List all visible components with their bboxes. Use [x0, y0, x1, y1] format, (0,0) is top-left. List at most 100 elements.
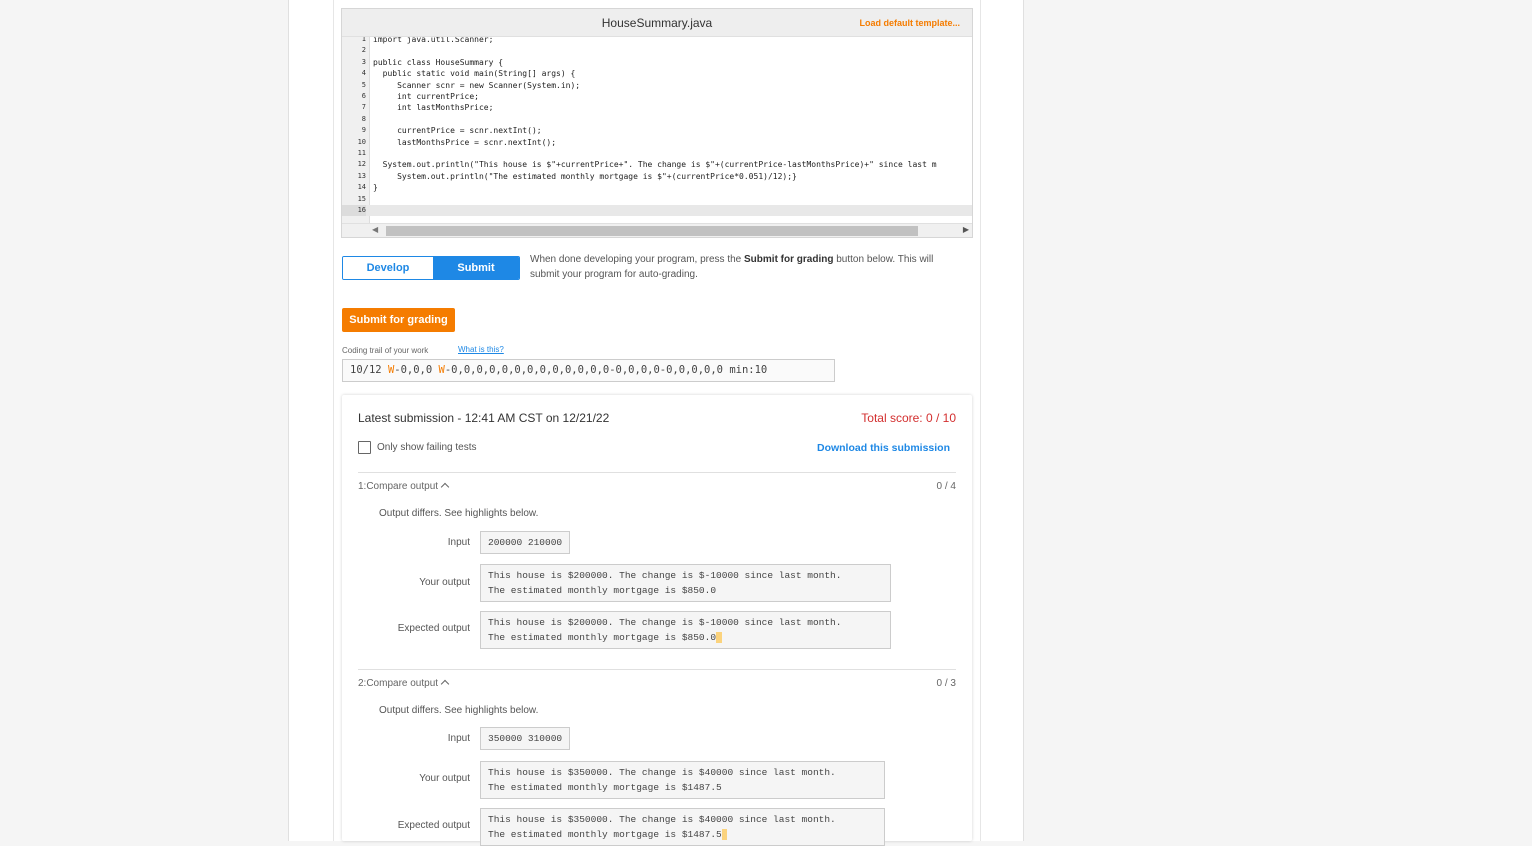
code-text[interactable]: currentPrice = scnr.nextInt(); — [373, 125, 542, 136]
horizontal-scrollbar[interactable]: ◀ ▶ — [342, 223, 972, 237]
output-line: The estimated monthly mortgage is $1487.… — [488, 829, 722, 840]
code-line[interactable]: 10 lastMonthsPrice = scnr.nextInt(); — [342, 137, 972, 148]
your-output-label: Your output — [419, 577, 470, 588]
total-score: Total score: 0 / 10 — [861, 411, 956, 425]
your-output-label: Your output — [419, 773, 470, 784]
download-submission-link[interactable]: Download this submission — [817, 442, 950, 454]
test-title-label: 2:Compare output — [358, 678, 439, 689]
output-differs-message: Output differs. See highlights below. — [379, 508, 539, 519]
line-number: 7 — [361, 103, 366, 112]
test-title[interactable]: 1:Compare output — [358, 481, 450, 492]
submit-for-grading-button[interactable]: Submit for grading — [342, 308, 455, 332]
output-line: This house is $200000. The change is $-1… — [488, 617, 842, 628]
code-line[interactable]: 15 — [342, 194, 972, 205]
your-output-box: This house is $350000. The change is $40… — [480, 761, 885, 799]
code-text[interactable]: Scanner scnr = new Scanner(System.in); — [373, 80, 580, 91]
code-text[interactable]: public static void main(String[] args) { — [373, 68, 576, 79]
line-number: 2 — [361, 46, 366, 55]
scrollbar-thumb[interactable] — [386, 226, 918, 236]
line-number: 9 — [361, 126, 366, 135]
editor-header: HouseSummary.java Load default template.… — [342, 9, 972, 37]
code-text[interactable]: int lastMonthsPrice; — [373, 102, 493, 113]
line-number: 12 — [357, 160, 366, 169]
code-text[interactable]: lastMonthsPrice = scnr.nextInt(); — [373, 137, 556, 148]
latest-submission-label: Latest submission - 12:41 AM CST on 12/2… — [358, 411, 610, 425]
line-number: 16 — [342, 205, 366, 217]
output-line: The estimated monthly mortgage is $850.0 — [488, 585, 717, 596]
input-box: 350000 310000 — [480, 727, 571, 750]
line-number: 14 — [357, 183, 366, 192]
code-line[interactable]: 9 currentPrice = scnr.nextInt(); — [342, 125, 972, 136]
code-text[interactable]: System.out.println("This house is $"+cur… — [373, 159, 937, 170]
newline-highlight — [716, 632, 722, 643]
output-line: The estimated monthly mortgage is $1487.… — [488, 782, 722, 793]
code-text[interactable]: public class HouseSummary { — [373, 57, 503, 68]
line-number: 15 — [357, 194, 366, 203]
output-line: This house is $350000. The change is $40… — [488, 814, 836, 825]
code-line[interactable]: 14} — [342, 182, 972, 193]
code-text[interactable]: System.out.println("The estimated monthl… — [373, 171, 797, 182]
code-line[interactable]: 11 — [342, 148, 972, 159]
input-box: 200000 210000 — [480, 531, 571, 554]
line-number: 13 — [357, 171, 366, 180]
output-line: The estimated monthly mortgage is $850.0 — [488, 632, 717, 643]
test-title[interactable]: 2:Compare output — [358, 678, 450, 689]
mode-desc-bold: Submit for grading — [744, 254, 834, 265]
code-line[interactable]: 4 public static void main(String[] args)… — [342, 68, 972, 79]
code-line[interactable]: 1 import java.util.Scanner; — [342, 37, 972, 45]
coding-trail-box: 10/12 W-0,0,0 W-0,0,0,0,0,0,0,0,0,0,0,0,… — [342, 359, 835, 382]
submission-results-card: Latest submission - 12:41 AM CST on 12/2… — [342, 395, 972, 846]
code-line[interactable]: 2 — [342, 45, 972, 56]
test-title-label: 1:Compare output — [358, 481, 439, 492]
test-case: 1:Compare output 0 / 4 Output differs. S… — [358, 472, 956, 668]
line-number: 8 — [361, 114, 366, 123]
line-number: 1 — [361, 37, 366, 43]
line-number: 3 — [361, 57, 366, 66]
code-line[interactable]: 7 int lastMonthsPrice; — [342, 102, 972, 113]
code-line[interactable]: 5 Scanner scnr = new Scanner(System.in); — [342, 80, 972, 91]
mode-desc-text-1: When done developing your program, press… — [530, 254, 745, 265]
code-line[interactable]: 8 — [342, 114, 972, 125]
scroll-left-icon[interactable]: ◀ — [372, 225, 378, 234]
line-number: 10 — [357, 137, 366, 146]
line-number: 5 — [361, 80, 366, 89]
only-failing-label: Only show failing tests — [377, 442, 477, 453]
expected-output-box: This house is $200000. The change is $-1… — [480, 611, 891, 649]
expected-output-label: Expected output — [397, 623, 470, 634]
code-text[interactable]: } — [373, 182, 378, 193]
only-failing-toggle[interactable]: Only show failing tests — [358, 441, 477, 454]
code-editor[interactable]: HouseSummary.java Load default template.… — [341, 8, 973, 238]
chevron-up-icon[interactable] — [440, 679, 450, 689]
only-failing-checkbox[interactable] — [358, 441, 371, 454]
trail-rest: -0,0,0,0,0,0,0,0,0,0,0,0,0-0,0,0,0-0,0,0… — [444, 364, 768, 376]
chevron-up-icon[interactable] — [440, 482, 450, 492]
code-text[interactable]: import java.util.Scanner; — [373, 37, 493, 45]
your-output-box: This house is $200000. The change is $-1… — [480, 564, 891, 602]
code-line[interactable]: 12 System.out.println("This house is $"+… — [342, 159, 972, 170]
newline-highlight — [721, 829, 728, 840]
coding-trail-label: Coding trail of your work — [342, 346, 429, 355]
develop-mode-button[interactable]: Develop mode — [343, 257, 433, 279]
expected-output-label: Expected output — [397, 820, 470, 831]
line-number: 6 — [361, 92, 366, 100]
expected-output-box: This house is $350000. The change is $40… — [480, 808, 885, 846]
load-default-template-link[interactable]: Load default template... — [859, 18, 960, 28]
test-score: 0 / 4 — [936, 481, 956, 492]
line-number: 11 — [357, 149, 366, 157]
line-number: 4 — [361, 69, 366, 78]
code-line[interactable]: 13 System.out.println("The estimated mon… — [342, 171, 972, 182]
code-text[interactable]: int currentPrice; — [373, 91, 479, 102]
output-differs-message: Output differs. See highlights below. — [379, 705, 539, 716]
code-area[interactable]: 1 import java.util.Scanner; 2 3 public class… — [342, 37, 972, 225]
output-line: This house is $200000. The change is $-1… — [488, 570, 842, 581]
code-line[interactable]: 6 int currentPrice; — [342, 91, 972, 102]
input-label: Input — [447, 537, 470, 548]
input-label: Input — [447, 733, 470, 744]
trail-mid: -0,0,0 — [394, 364, 439, 376]
mode-toggle: Develop mode Submit mode — [342, 256, 520, 280]
what-is-this-link[interactable]: What is this? — [458, 345, 504, 354]
submit-mode-button[interactable]: Submit mode — [433, 257, 519, 279]
code-line[interactable]: 3 public class HouseSummary { — [342, 57, 972, 68]
scroll-right-icon[interactable]: ▶ — [963, 225, 969, 234]
code-line[interactable]: 16 — [342, 205, 972, 217]
